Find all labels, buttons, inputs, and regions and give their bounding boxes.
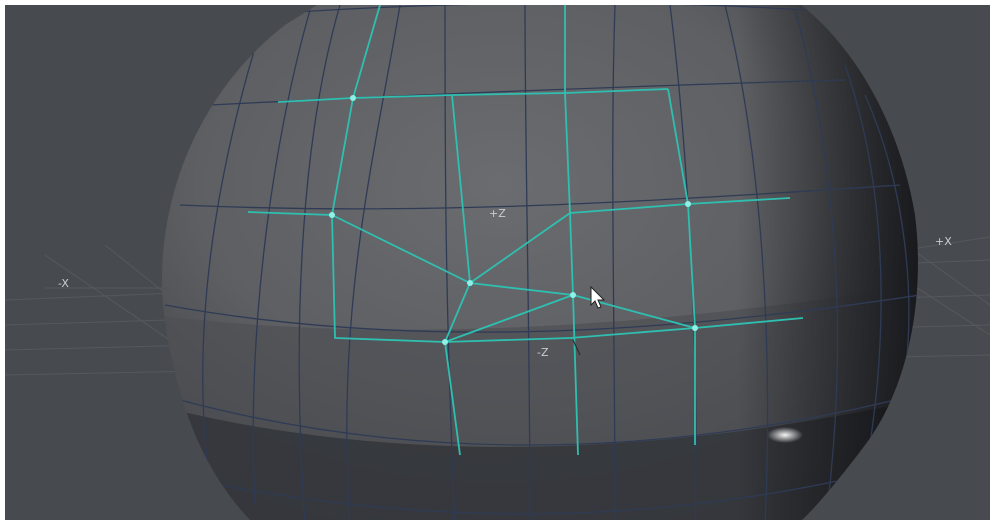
sphere-mesh[interactable] — [145, 5, 935, 520]
axis-label-pos-z: +Z — [489, 207, 506, 220]
axis-label-neg-z: -Z — [537, 346, 549, 359]
specular-highlight — [767, 427, 803, 443]
3d-viewport[interactable]: -X +X +Z -Z — [5, 5, 990, 520]
axis-label-pos-x: +X — [935, 235, 952, 248]
axis-label-neg-x: -X — [58, 277, 69, 290]
